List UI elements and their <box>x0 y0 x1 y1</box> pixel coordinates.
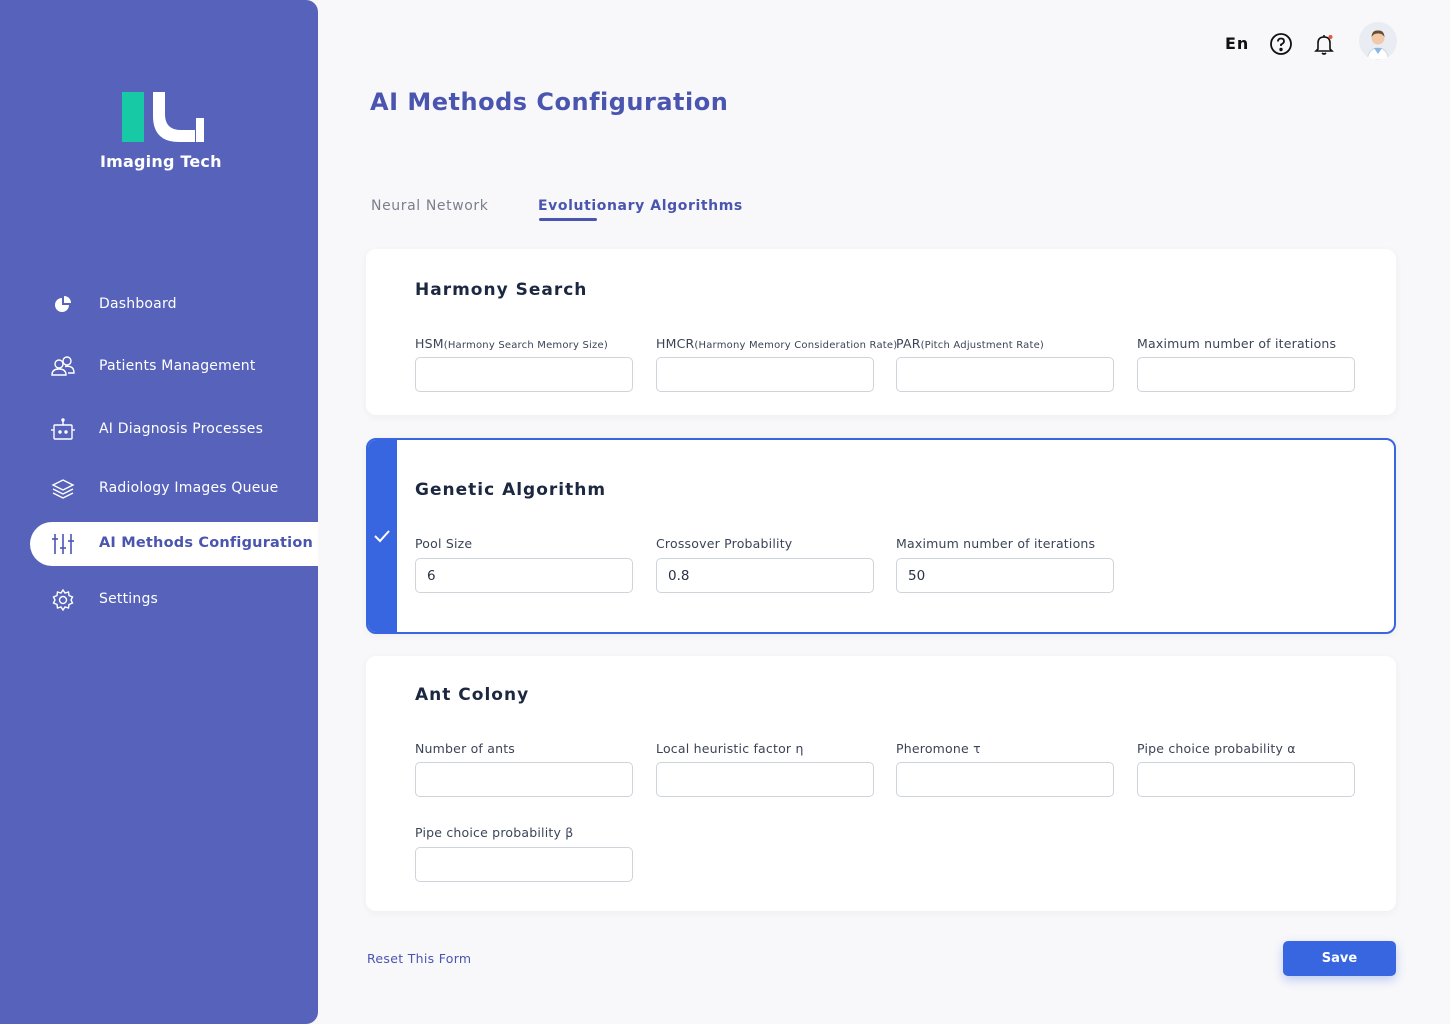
pheromone-input[interactable] <box>896 762 1114 797</box>
help-icon[interactable] <box>1269 32 1293 56</box>
par-label-main: PAR <box>896 336 921 351</box>
pheromone-label: Pheromone τ <box>896 741 981 756</box>
selected-indicator <box>368 440 397 632</box>
sidebar: Imaging Tech Dashboard Patients Manageme… <box>0 0 318 1024</box>
pie-chart-icon <box>55 296 71 312</box>
sidebar-item-ai-diagnosis-processes[interactable]: AI Diagnosis Processes <box>30 408 318 452</box>
local-heuristic-factor-input[interactable] <box>656 762 874 797</box>
ga-max-iterations-label: Maximum number of iterations <box>896 536 1096 551</box>
sidebar-item-patients-management[interactable]: Patients Management <box>30 345 318 389</box>
hmcr-input[interactable] <box>656 357 874 392</box>
sidebar-item-ai-methods-configuration[interactable]: AI Methods Configuration <box>30 522 318 566</box>
pipe-choice-beta-label: Pipe choice probability β <box>415 825 574 840</box>
sidebar-item-label: AI Diagnosis Processes <box>99 421 264 437</box>
pool-size-label: Pool Size <box>415 536 473 551</box>
harmony-search-card[interactable]: Harmony Search HSM(Harmony Search Memory… <box>366 249 1396 415</box>
hs-max-iterations-input[interactable] <box>1137 357 1355 392</box>
par-label-sub: (Pitch Adjustment Rate) <box>920 340 1045 351</box>
robot-icon <box>51 418 75 440</box>
sidebar-item-label: Patients Management <box>99 358 256 374</box>
hmcr-label-main: HMCR <box>656 336 695 351</box>
sidebar-item-label: AI Methods Configuration <box>99 535 314 551</box>
logo-mark-icon <box>122 92 204 142</box>
language-switcher[interactable]: En <box>1225 34 1249 53</box>
local-heuristic-factor-label: Local heuristic factor η <box>656 741 804 756</box>
par-label: PAR(Pitch Adjustment Rate) <box>896 336 1044 351</box>
number-of-ants-input[interactable] <box>415 762 633 797</box>
brand-logo[interactable]: Imaging Tech <box>100 92 222 172</box>
users-icon <box>51 356 75 376</box>
crossover-probability-input[interactable] <box>656 558 874 593</box>
hmcr-label-sub: (Harmony Memory Consideration Rate) <box>694 340 898 351</box>
tab-evolutionary-algorithms[interactable]: Evolutionary Algorithms <box>538 198 743 214</box>
user-avatar[interactable] <box>1359 22 1397 60</box>
ant-colony-card[interactable]: Ant Colony Number of ants Local heuristi… <box>366 656 1396 911</box>
sidebar-item-label: Radiology Images Queue <box>99 480 279 496</box>
sliders-icon <box>52 534 74 554</box>
hsm-label: HSM(Harmony Search Memory Size) <box>415 336 608 351</box>
tab-neural-network[interactable]: Neural Network <box>371 198 489 214</box>
number-of-ants-label: Number of ants <box>415 741 516 756</box>
bell-icon[interactable] <box>1312 32 1336 56</box>
hs-max-iterations-label: Maximum number of iterations <box>1137 336 1337 351</box>
sidebar-item-radiology-images-queue[interactable]: Radiology Images Queue <box>30 467 318 511</box>
hsm-label-main: HSM <box>415 336 444 351</box>
reset-form-link[interactable]: Reset This Form <box>367 951 471 966</box>
ga-max-iterations-input[interactable] <box>896 558 1114 593</box>
pipe-choice-alpha-input[interactable] <box>1137 762 1355 797</box>
save-button[interactable]: Save <box>1283 941 1396 976</box>
pool-size-input[interactable] <box>415 558 633 593</box>
par-input[interactable] <box>896 357 1114 392</box>
sidebar-item-settings[interactable]: Settings <box>30 578 318 622</box>
sidebar-item-dashboard[interactable]: Dashboard <box>30 283 318 327</box>
hmcr-label: HMCR(Harmony Memory Consideration Rate) <box>656 336 897 351</box>
gear-icon <box>52 588 74 612</box>
pipe-choice-alpha-label: Pipe choice probability α <box>1137 741 1296 756</box>
crossover-probability-label: Crossover Probability <box>656 536 793 551</box>
check-icon <box>374 530 390 543</box>
card-title: Harmony Search <box>415 280 588 300</box>
hsm-label-sub: (Harmony Search Memory Size) <box>443 340 608 351</box>
genetic-algorithm-card[interactable]: Genetic Algorithm Pool Size Crossover Pr… <box>366 438 1396 634</box>
hsm-input[interactable] <box>415 357 633 392</box>
sidebar-item-label: Settings <box>99 591 159 607</box>
brand-name: Imaging Tech <box>100 152 222 171</box>
active-tab-indicator <box>539 218 597 221</box>
pipe-choice-beta-input[interactable] <box>415 847 633 882</box>
page-title: AI Methods Configuration <box>370 88 729 116</box>
avatar-image <box>1359 22 1397 60</box>
card-title: Ant Colony <box>415 685 530 705</box>
layers-icon <box>51 479 75 499</box>
sidebar-item-label: Dashboard <box>99 296 177 312</box>
card-title: Genetic Algorithm <box>415 480 607 500</box>
